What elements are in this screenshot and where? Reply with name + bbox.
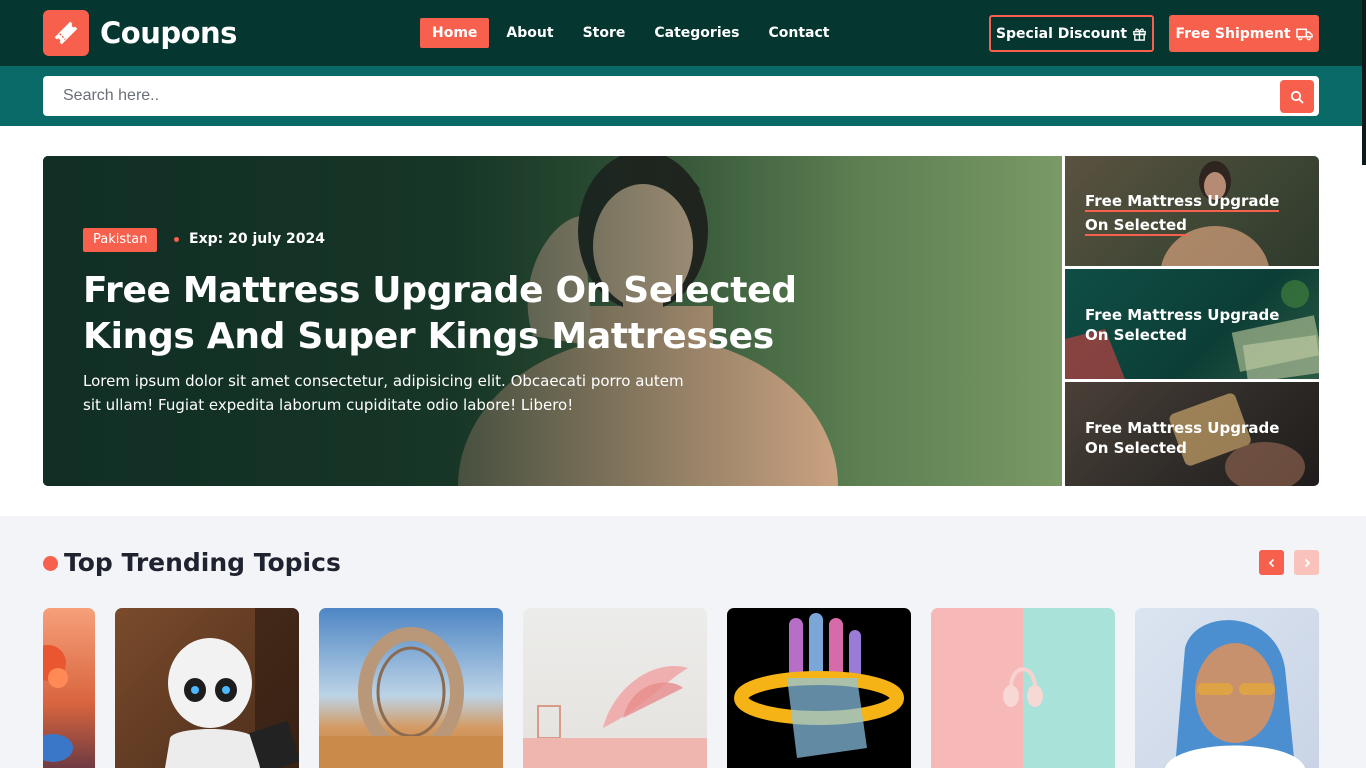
hero-banner[interactable]: Pakistan Exp: 20 july 2024 Free Mattress…	[43, 156, 1062, 486]
top-header: Coupons Home About Store Categories Cont…	[0, 0, 1366, 66]
side-deal-title: Free Mattress Upgrade On Selected	[1085, 189, 1305, 237]
flower-image	[43, 645, 73, 762]
gift-icon	[1133, 28, 1146, 41]
search-box	[43, 76, 1319, 116]
hero-description: Lorem ipsum dolor sit amet consectetur, …	[83, 372, 684, 414]
robot-image	[165, 608, 299, 768]
carousel-next-button[interactable]	[1294, 550, 1319, 575]
trending-section: Top Trending Topics	[0, 516, 1366, 768]
search-bar	[0, 66, 1366, 126]
blue-hair-woman-image	[1165, 620, 1305, 768]
nav-store[interactable]: Store	[571, 18, 638, 48]
topic-card[interactable]	[43, 608, 95, 768]
topic-card[interactable]	[727, 608, 911, 768]
location-tag[interactable]: Pakistan	[83, 228, 158, 252]
side-deal-card[interactable]: Free Mattress Upgrade On Selected	[1065, 269, 1319, 379]
search-button[interactable]	[1280, 80, 1314, 113]
main-nav: Home About Store Categories Contact	[420, 18, 846, 48]
topic-card[interactable]	[523, 608, 707, 768]
feather-decor-image	[523, 666, 707, 768]
ticket-icon	[43, 10, 89, 56]
headphones-image	[1003, 667, 1043, 707]
nav-about[interactable]: About	[494, 18, 565, 48]
carousel-prev-button[interactable]	[1259, 550, 1284, 575]
side-deal-title: Free Mattress Upgrade On Selected	[1085, 306, 1280, 344]
free-shipment-button[interactable]: Free Shipment	[1169, 15, 1319, 52]
brand-logo[interactable]: Coupons	[43, 10, 237, 56]
hero-title[interactable]: Free Mattress Upgrade On Selected Kings …	[83, 268, 803, 360]
topic-card[interactable]	[319, 608, 503, 768]
section-title: Top Trending Topics	[64, 548, 341, 577]
search-input[interactable]	[43, 76, 1273, 116]
search-icon	[1290, 90, 1304, 103]
truck-icon	[1295, 28, 1313, 40]
topic-card[interactable]	[931, 608, 1115, 768]
side-deal-title-text: Free Mattress Upgrade On Selected	[1085, 192, 1280, 236]
ring-sculpture-image	[319, 627, 503, 768]
holographic-hand-image	[734, 613, 904, 758]
free-shipment-label: Free Shipment	[1175, 25, 1291, 42]
page-scrollbar[interactable]	[1362, 0, 1366, 165]
brand-name: Coupons	[100, 16, 237, 50]
expiry-date: Exp: 20 july 2024	[189, 231, 325, 247]
separator-dot	[174, 237, 179, 242]
chevron-left-icon	[1268, 558, 1274, 567]
side-deal-title: Free Mattress Upgrade On Selected	[1085, 419, 1280, 457]
nav-contact[interactable]: Contact	[756, 18, 841, 48]
special-discount-label: Special Discount	[995, 25, 1128, 42]
topic-card[interactable]	[1135, 608, 1319, 768]
section-dot	[43, 556, 58, 571]
nav-home[interactable]: Home	[420, 18, 490, 48]
side-deal-card[interactable]: Free Mattress Upgrade On Selected	[1065, 382, 1319, 486]
special-discount-button[interactable]: Special Discount	[989, 15, 1154, 52]
topic-card[interactable]	[115, 608, 299, 768]
nav-categories[interactable]: Categories	[642, 18, 751, 48]
chevron-right-icon	[1304, 558, 1310, 567]
side-deal-card[interactable]: Free Mattress Upgrade On Selected	[1065, 156, 1319, 266]
